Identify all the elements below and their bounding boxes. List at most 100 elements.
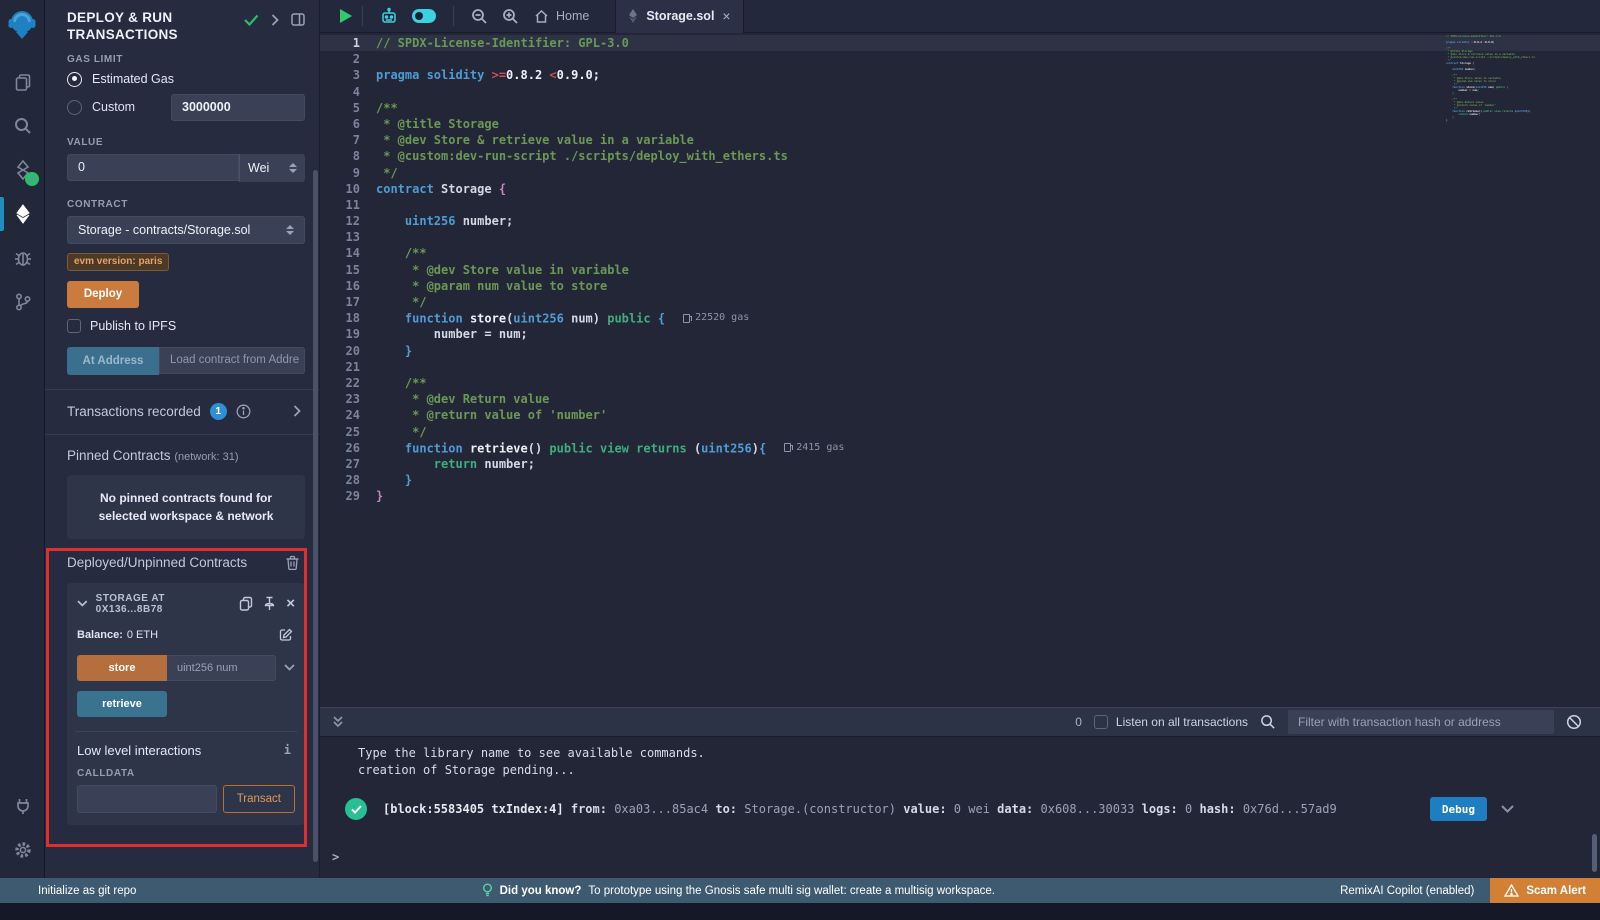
chevron-right-icon[interactable]	[293, 405, 301, 417]
info-icon[interactable]	[236, 404, 251, 419]
close-icon[interactable]: ×	[286, 596, 295, 611]
line-number: 10	[320, 181, 376, 197]
terminal-body[interactable]: Type the library name to see available c…	[320, 737, 1600, 878]
terminal-prompt[interactable]: >	[332, 850, 339, 864]
sidebar-item-git[interactable]	[0, 280, 45, 324]
panel-collapse-icon[interactable]	[271, 14, 279, 26]
code-line[interactable]: 16 * @param num value to store	[320, 278, 1600, 294]
run-script-icon[interactable]	[340, 9, 352, 23]
deployed-contract-title[interactable]: STORAGE AT 0X136...8B78	[96, 593, 232, 615]
trash-icon[interactable]	[286, 555, 299, 570]
sidebar-item-debugger[interactable]	[0, 236, 45, 280]
custom-gas-radio[interactable]	[67, 100, 82, 115]
line-number: 6	[320, 116, 376, 132]
sidebar-item-settings[interactable]	[0, 828, 45, 872]
git-init-status[interactable]: Initialize as git repo	[0, 885, 136, 897]
value-input[interactable]: 0	[67, 154, 239, 181]
code-line[interactable]: 11	[320, 197, 1600, 213]
contract-select[interactable]: Storage - contracts/Storage.sol	[67, 216, 305, 244]
rail-bottom-group	[0, 784, 45, 872]
transact-button[interactable]: Transact	[223, 785, 295, 813]
code-line[interactable]: 14 /**	[320, 245, 1600, 261]
code-line[interactable]: 20 }	[320, 343, 1600, 359]
at-address-input[interactable]: Load contract from Addre	[159, 347, 305, 374]
sidebar-item-solidity-compiler[interactable]	[0, 148, 45, 192]
code-line[interactable]: 18 function store(uint256 num) public {2…	[320, 310, 1600, 326]
code-line[interactable]: 27 return number;	[320, 456, 1600, 472]
code-line[interactable]: 3pragma solidity >=0.8.2 <0.9.0;	[320, 67, 1600, 83]
code-line[interactable]: 29}	[320, 488, 1600, 504]
copilot-status[interactable]: RemixAI Copilot (enabled)	[1340, 885, 1474, 897]
code-line[interactable]: 24 * @return value of 'number'	[320, 407, 1600, 423]
collapse-terminal-icon[interactable]	[332, 715, 344, 729]
code-line[interactable]: 5/**	[320, 100, 1600, 116]
code-line[interactable]: 6 * @title Storage	[320, 116, 1600, 132]
expand-tx-icon[interactable]	[1501, 805, 1514, 813]
value-unit-select[interactable]: Wei	[239, 154, 305, 182]
estimated-gas-radio[interactable]	[67, 72, 82, 87]
line-number: 27	[320, 456, 376, 472]
chevron-down-icon[interactable]	[284, 664, 295, 671]
zoom-out-icon[interactable]	[471, 8, 488, 25]
code-line[interactable]: 1// SPDX-License-Identifier: GPL-3.0	[320, 35, 1600, 51]
code-line[interactable]: 19 number = num;	[320, 326, 1600, 342]
store-function-button[interactable]: store	[77, 655, 167, 681]
code-line[interactable]: 28 }	[320, 472, 1600, 488]
code-line[interactable]: 15 * @dev Store value in variable	[320, 262, 1600, 278]
home-button[interactable]: Home	[534, 9, 589, 24]
copilot-toggle-icon[interactable]	[412, 9, 436, 23]
tab-storage-sol[interactable]: Storage.sol ×	[615, 0, 743, 33]
transaction-log-row[interactable]: [block:5583405 txIndex:4] from: 0xa03...…	[345, 797, 1600, 821]
code-editor[interactable]: 1// SPDX-License-Identifier: GPL-3.023pr…	[320, 33, 1600, 707]
code-line[interactable]: 25 */	[320, 424, 1600, 440]
code-line[interactable]: 2	[320, 51, 1600, 67]
code-line[interactable]: 12 uint256 number;	[320, 213, 1600, 229]
listen-all-checkbox[interactable]	[1094, 715, 1108, 729]
sidebar-item-plugin-manager[interactable]	[0, 784, 45, 828]
code-line[interactable]: 7 * @dev Store & retrieve value in a var…	[320, 132, 1600, 148]
search-icon[interactable]	[1260, 714, 1276, 730]
tab-close-icon[interactable]: ×	[722, 9, 730, 23]
copy-icon[interactable]	[239, 596, 253, 611]
filter-input[interactable]: Filter with transaction hash or address	[1288, 710, 1554, 734]
deployed-contracts-title: Deployed/Unpinned Contracts	[67, 555, 247, 570]
code-line[interactable]: 17 */	[320, 294, 1600, 310]
code-line[interactable]: 23 * @dev Return value	[320, 391, 1600, 407]
deploy-button[interactable]: Deploy	[67, 281, 139, 308]
code-line[interactable]: 13	[320, 229, 1600, 245]
chevron-down-icon[interactable]	[77, 600, 88, 607]
code-line[interactable]: 22 /**	[320, 375, 1600, 391]
custom-gas-input[interactable]: 3000000	[171, 94, 305, 121]
store-argument-input[interactable]: uint256 num	[167, 655, 276, 681]
at-address-button[interactable]: At Address	[67, 347, 159, 375]
minimap[interactable]: // SPDX-License-Identifier: GPL-3.0pragm…	[1446, 35, 1564, 122]
edit-icon[interactable]	[279, 628, 293, 642]
clear-console-icon[interactable]	[1566, 714, 1582, 730]
transactions-count-badge: 1	[210, 403, 227, 420]
pin-icon[interactable]	[263, 596, 276, 611]
zoom-in-icon[interactable]	[502, 8, 519, 25]
estimated-gas-option[interactable]: Estimated Gas	[67, 72, 305, 87]
panel-scrollbar[interactable]	[313, 170, 318, 862]
debug-button[interactable]: Debug	[1430, 797, 1487, 821]
code-line[interactable]: 9 */	[320, 165, 1600, 181]
sidebar-item-deploy-run[interactable]	[0, 192, 45, 236]
info-icon[interactable]: i	[284, 743, 291, 757]
code-line[interactable]: 21	[320, 359, 1600, 375]
ai-copilot-icon[interactable]	[380, 7, 398, 25]
code-line[interactable]: 4	[320, 84, 1600, 100]
code-line[interactable]: 10contract Storage {	[320, 181, 1600, 197]
sidebar-item-file-explorer[interactable]	[0, 60, 45, 104]
transactions-recorded-row[interactable]: Transactions recorded 1	[67, 403, 305, 420]
retrieve-function-button[interactable]: retrieve	[77, 691, 167, 717]
sidebar-item-search[interactable]	[0, 104, 45, 148]
remix-logo-icon[interactable]	[6, 8, 38, 42]
scam-alert-button[interactable]: Scam Alert	[1490, 878, 1600, 903]
code-line[interactable]: 8 * @custom:dev-run-script ./scripts/dep…	[320, 148, 1600, 164]
calldata-input[interactable]	[77, 785, 217, 813]
code-line[interactable]: 26 function retrieve() public view retur…	[320, 440, 1600, 456]
line-content: uint256 number;	[376, 213, 1600, 229]
panel-pin-icon[interactable]	[291, 13, 305, 26]
publish-ipfs-checkbox[interactable]	[67, 319, 81, 333]
terminal-scrollbar[interactable]	[1592, 834, 1597, 872]
